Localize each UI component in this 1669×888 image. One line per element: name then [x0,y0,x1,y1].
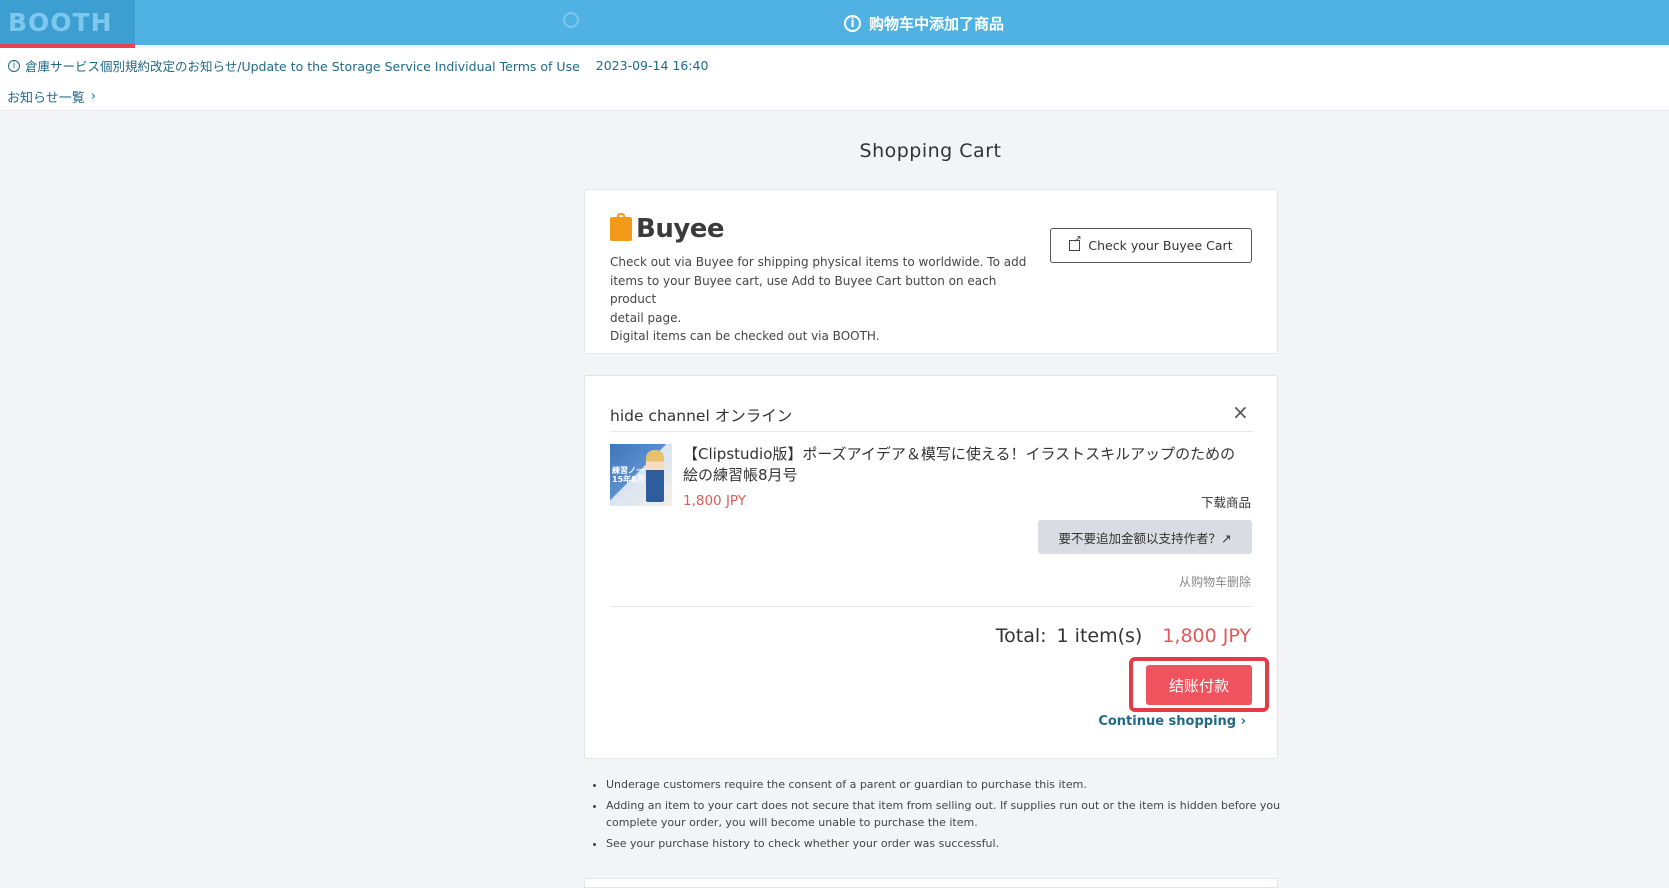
cart-notes: Underage customers require the consent o… [588,776,1286,855]
chevron-right-icon: › [90,89,96,104]
external-link-icon [1069,234,1082,251]
page-title: Shopping Cart [859,140,1002,162]
info-icon: i [844,14,861,32]
close-icon[interactable]: × [1232,400,1249,424]
item-price: 1,800 JPY [683,493,747,509]
buyee-bag-icon [610,213,632,241]
next-card-edge [584,878,1278,888]
buyee-desc-line: Check out via Buyee for shipping physica… [610,255,1027,269]
check-buyee-cart-button[interactable]: Check your Buyee Cart [1050,228,1252,263]
continue-shopping-link[interactable]: Continue shopping › [1098,714,1246,729]
note-item: See your purchase history to check wheth… [606,835,1286,853]
booth-logo[interactable]: BOOTH [0,0,135,45]
check-buyee-cart-label: Check your Buyee Cart [1088,238,1233,253]
cart-added-toast: i 购物车中添加了商品 [844,10,1004,36]
notice-bar: i 倉庫サービス個別規約改定のお知らせ/Update to the Storag… [0,48,1669,111]
note-item: Underage customers require the consent o… [606,776,1286,794]
thumbnail-figure [646,450,664,502]
notice-list-link[interactable]: お知らせ一覧 › [7,87,96,106]
item-title[interactable]: 【Clipstudio版】ポーズアイデア＆模写に使える！イラストスキルアップのた… [683,444,1248,486]
toast-message: 购物车中添加了商品 [869,14,1005,33]
logo-text: BOOTH [8,8,113,37]
notice-title[interactable]: 倉庫サービス個別規約改定のお知らせ/Update to the Storage … [25,56,580,75]
divider [610,606,1253,607]
total-label: Total: [995,625,1047,647]
total-count: 1 item(s) [1056,625,1143,647]
item-thumbnail[interactable]: 練習ノート 15年8月号 [610,444,672,506]
notice-date: 2023-09-14 16:40 [595,58,709,73]
buyee-logo: Buyee [610,213,725,244]
divider [610,431,1253,432]
cart-total: Total: 1 item(s) 1,800 JPY [996,625,1251,647]
remove-from-cart-link[interactable]: 从购物车删除 [1179,573,1251,590]
buyee-card: Buyee Check out via Buyee for shipping p… [584,189,1278,354]
top-bar: BOOTH i 购物车中添加了商品 [0,0,1669,48]
notice-list-label[interactable]: お知らせ一覧 [7,87,85,106]
notice-item[interactable]: i 倉庫サービス個別規約改定のお知らせ/Update to the Storag… [8,56,708,75]
cart-card: hide channel オンライン × 練習ノート 15年8月号 【Clips… [584,375,1278,759]
checkout-button[interactable]: 结账付款 [1146,665,1252,705]
search-icon[interactable] [563,12,579,28]
total-price: 1,800 JPY [1162,625,1251,647]
buyee-desc-line: items to your Buyee cart, use Add to Buy… [610,273,997,307]
buyee-desc-line: Digital items can be checked out via BOO… [610,329,880,344]
buyee-brand: Buyee [636,214,725,244]
support-author-button[interactable]: 要不要追加金额以支持作者？↗ [1038,520,1252,554]
info-icon: i [8,59,20,72]
item-type: 下载商品 [1200,495,1251,510]
buyee-description: Check out via Buyee for shipping physica… [610,253,1030,346]
buyee-desc-line: detail page. [610,310,682,325]
shop-name[interactable]: hide channel オンライン [610,404,792,426]
note-item: Adding an item to your cart does not sec… [606,797,1286,832]
